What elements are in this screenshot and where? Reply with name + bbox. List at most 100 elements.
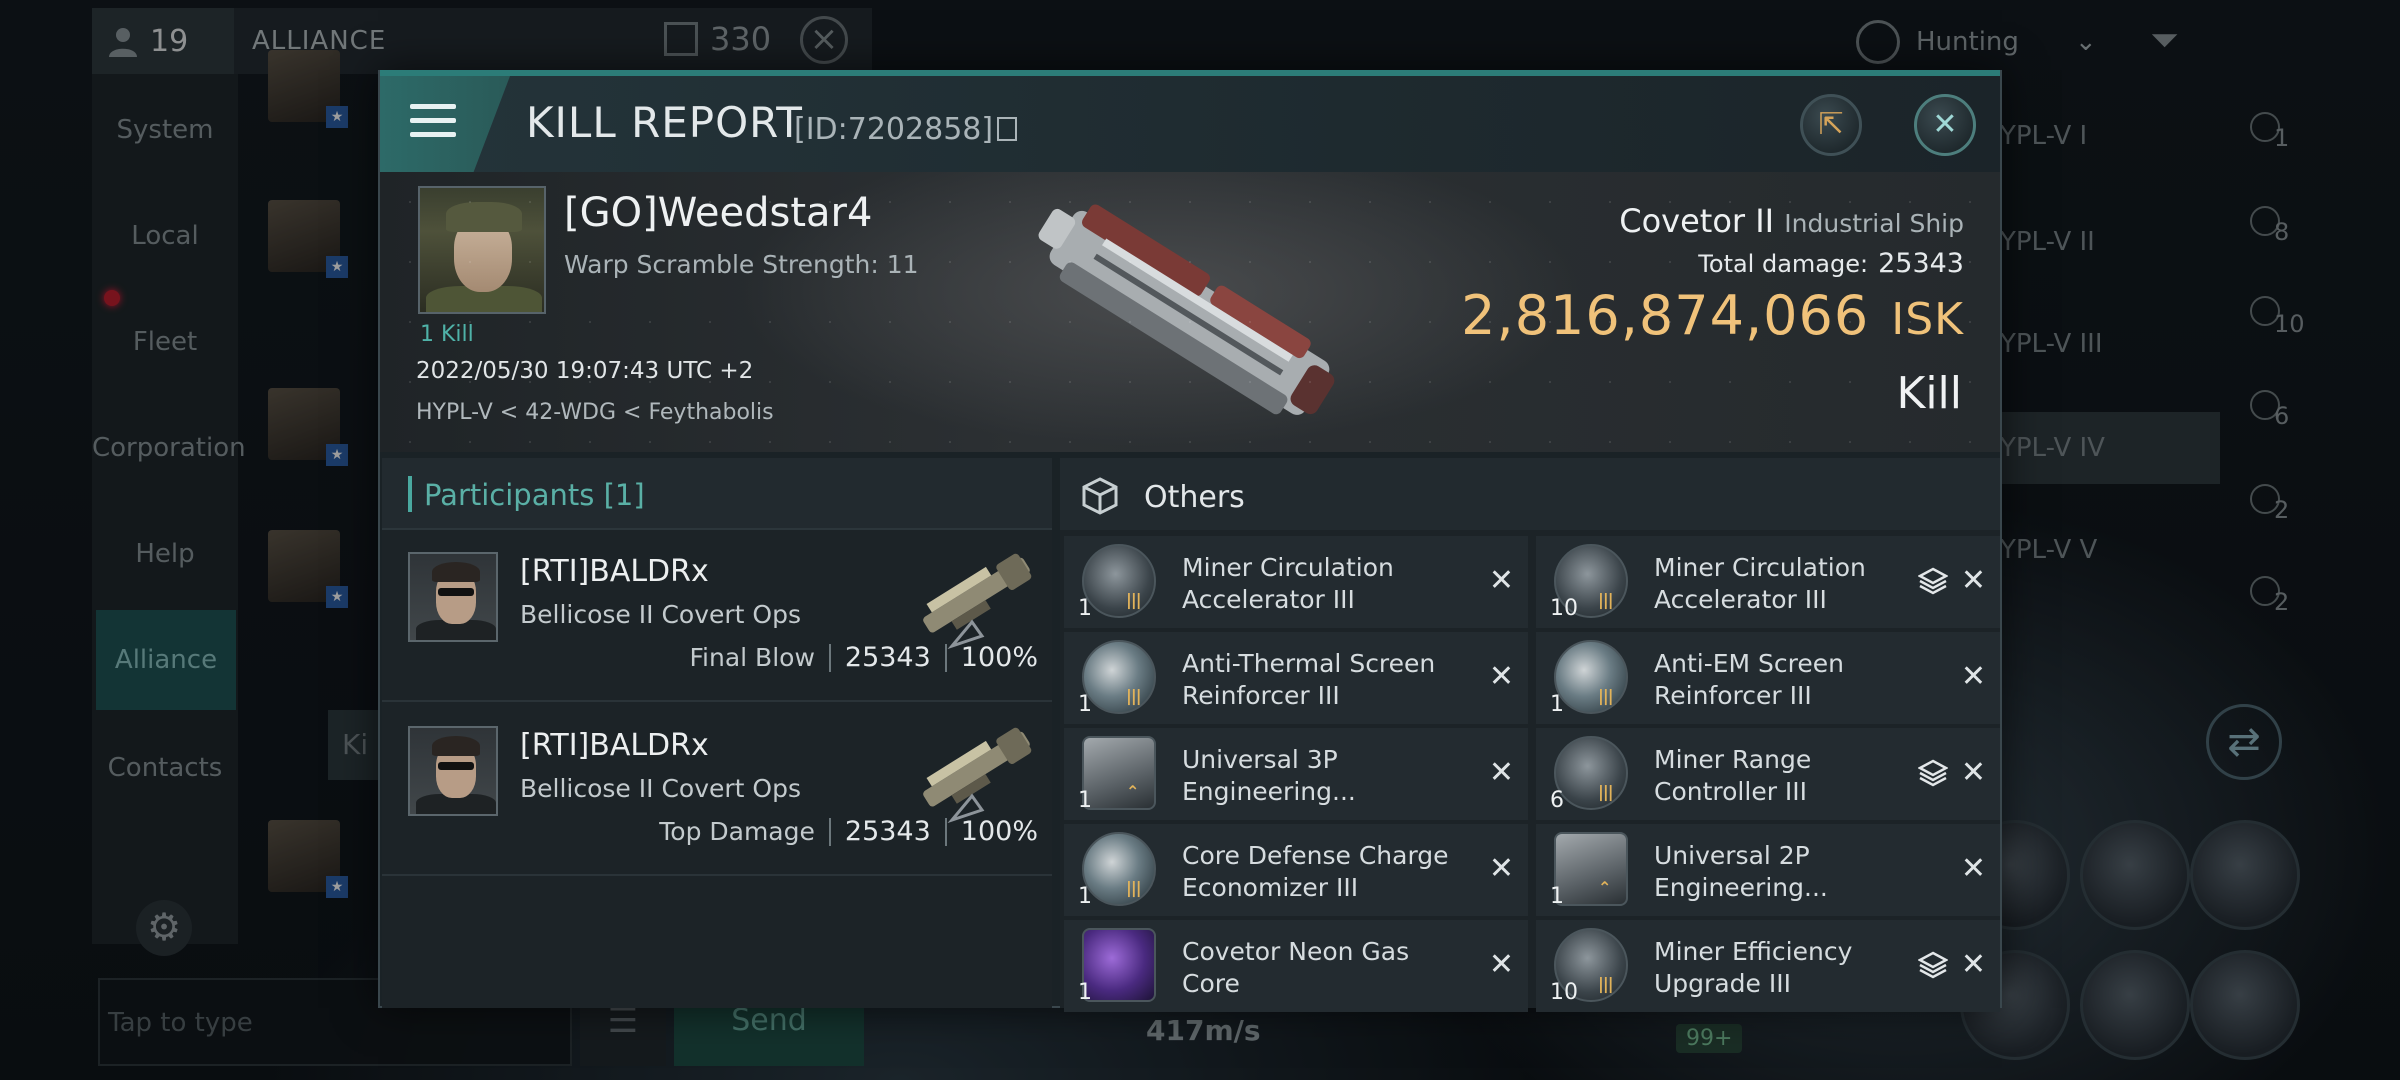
report-id[interactable]: [ID:7202858] [794, 112, 1018, 147]
kill-result: Kill [1896, 368, 1962, 419]
item-name: Miner Efficiency Upgrade III [1654, 937, 1853, 998]
item-quantity: 1 [1078, 980, 1092, 1005]
destroyed-x-icon: ✕ [1488, 755, 1514, 790]
stack-icon [1918, 759, 1948, 787]
participant-portrait[interactable] [408, 552, 498, 642]
shield-icon [1082, 640, 1156, 714]
engineering-icon [1082, 736, 1156, 810]
others-panel: Others ||| 1 Miner Circulation Accelerat… [1060, 458, 2000, 1012]
item-quantity: 6 [1550, 788, 1564, 813]
others-title: Others [1144, 480, 1245, 515]
victim-kill-count: 1 Kill [420, 322, 474, 347]
item-name: Covetor Neon Gas Core [1182, 937, 1410, 998]
participant-role: Top Damage [659, 817, 815, 846]
destroyed-x-icon: ✕ [1488, 563, 1514, 598]
close-icon[interactable]: ✕ [1914, 94, 1976, 156]
header-accent [408, 476, 412, 512]
dropped-item[interactable]: ||| 1 Core Defense Charge Economizer III… [1064, 824, 1528, 916]
participant-stats: Final Blow 25343 100% [689, 642, 1038, 673]
item-name: Universal 2P Engineering... [1654, 841, 1828, 902]
hamburger-icon [410, 104, 456, 146]
participant-name[interactable]: [RTI]BALDRx [520, 554, 709, 589]
item-name: Anti-Thermal Screen Reinforcer III [1182, 649, 1436, 710]
destroyed-x-icon: ✕ [1960, 947, 1986, 982]
weapon-icon [923, 727, 1032, 824]
menu-button[interactable] [380, 76, 510, 172]
participant-row[interactable]: [RTI]BALDRx Bellicose II Covert Ops Top … [382, 704, 1052, 876]
weapon-icon [923, 553, 1032, 650]
item-quantity: 1 [1078, 884, 1092, 909]
engineering-icon [1554, 832, 1628, 906]
cube-icon [1082, 477, 1118, 515]
participant-stats: Top Damage 25343 100% [659, 816, 1038, 847]
share-icon[interactable]: ⇱ [1800, 94, 1862, 156]
victim-name[interactable]: [GO]Weedstar4 [564, 190, 872, 236]
copy-icon[interactable] [997, 117, 1018, 141]
participants-header: Participants [1] [382, 458, 1052, 530]
participant-row[interactable]: [RTI]BALDRx Bellicose II Covert Ops Fina… [382, 530, 1052, 702]
total-damage-value: 25343 [1878, 248, 1964, 279]
item-quantity: 1 [1550, 692, 1564, 717]
isk-unit: ISK [1891, 294, 1964, 345]
dropped-item[interactable]: ||| 1 Anti-Thermal Screen Reinforcer III… [1064, 632, 1528, 724]
report-id-value: [ID:7202858] [794, 112, 994, 147]
participant-role: Final Blow [689, 643, 815, 672]
dropped-item[interactable]: ⌃ 1 Universal 3P Engineering... ✕ [1064, 728, 1528, 820]
dropped-item[interactable]: 1 Covetor Neon Gas Core ✕ [1064, 920, 1528, 1012]
ship-image [1038, 204, 1335, 415]
isk-amount: 2,816,874,066 [1461, 284, 1870, 347]
dropped-item[interactable]: ||| 1 Miner Circulation Accelerator III … [1064, 536, 1528, 628]
destroyed-x-icon: ✕ [1488, 947, 1514, 982]
participant-ship: Bellicose II Covert Ops [520, 600, 801, 629]
stack-icon [1918, 951, 1948, 979]
gas-core-icon [1082, 928, 1156, 1002]
dropped-item[interactable]: ||| 10 Miner Efficiency Upgrade III ✕ [1536, 920, 2000, 1012]
item-quantity: 1 [1078, 692, 1092, 717]
destroyed-x-icon: ✕ [1488, 659, 1514, 694]
item-name: Miner Circulation Accelerator III [1654, 553, 1866, 614]
participant-damage: 25343 [844, 816, 931, 847]
destroyed-x-icon: ✕ [1488, 851, 1514, 886]
stack-icon [1918, 567, 1948, 595]
kill-summary: [GO]Weedstar4 Warp Scramble Strength: 11… [380, 172, 2000, 452]
isk-value: 2,816,874,066 ISK [1461, 284, 1964, 347]
item-quantity: 1 [1078, 596, 1092, 621]
item-quantity: 10 [1550, 596, 1578, 621]
dropped-item[interactable]: ||| 1 Anti-EM Screen Reinforcer III ✕ [1536, 632, 2000, 724]
participant-ship: Bellicose II Covert Ops [520, 774, 801, 803]
dropped-item[interactable]: ||| 10 Miner Circulation Accelerator III… [1536, 536, 2000, 628]
destroyed-x-icon: ✕ [1960, 851, 1986, 886]
destroyed-x-icon: ✕ [1960, 659, 1986, 694]
kill-datetime: 2022/05/30 19:07:43 UTC +2 [416, 358, 754, 384]
report-title: KILL REPORT [526, 98, 803, 147]
item-quantity: 1 [1078, 788, 1092, 813]
total-damage: Total damage: 25343 [1698, 248, 1964, 279]
participants-panel: Participants [1] [RTI]BALDRx Bellicose I… [382, 458, 1052, 1008]
participants-title[interactable]: Participants [1] [424, 478, 645, 512]
participant-portrait[interactable] [408, 726, 498, 816]
participant-damage: 25343 [844, 642, 931, 673]
shield-icon [1554, 640, 1628, 714]
ship-type: Covetor II [1619, 202, 1775, 240]
destroyed-x-icon: ✕ [1960, 755, 1986, 790]
dropped-item[interactable]: ||| 6 Miner Range Controller III ✕ [1536, 728, 2000, 820]
others-header: Others [1060, 458, 2000, 530]
participant-percent: 100% [960, 816, 1038, 847]
shield-icon [1082, 832, 1156, 906]
dropped-item[interactable]: ⌃ 1 Universal 2P Engineering... ✕ [1536, 824, 2000, 916]
participant-name[interactable]: [RTI]BALDRx [520, 728, 709, 763]
ship-class: Industrial Ship [1784, 209, 1964, 238]
ship-name[interactable]: Covetor II Industrial Ship [1619, 202, 1964, 240]
participant-percent: 100% [960, 642, 1038, 673]
victim-portrait[interactable] [418, 186, 546, 314]
kill-location[interactable]: HYPL-V < 42-WDG < Feythabolis [416, 400, 774, 425]
item-name: Core Defense Charge Economizer III [1182, 841, 1449, 902]
warp-scramble-strength: Warp Scramble Strength: 11 [564, 250, 919, 279]
destroyed-x-icon: ✕ [1960, 563, 1986, 598]
kill-report-modal: KILL REPORT [ID:7202858] ⇱ ✕ [GO]Weedsta… [378, 70, 2002, 1012]
total-damage-label: Total damage: [1698, 250, 1869, 278]
item-name: Anti-EM Screen Reinforcer III [1654, 649, 1844, 710]
range-icon [1554, 736, 1628, 810]
item-name: Miner Range Controller III [1654, 745, 1812, 806]
item-quantity: 1 [1550, 884, 1564, 909]
